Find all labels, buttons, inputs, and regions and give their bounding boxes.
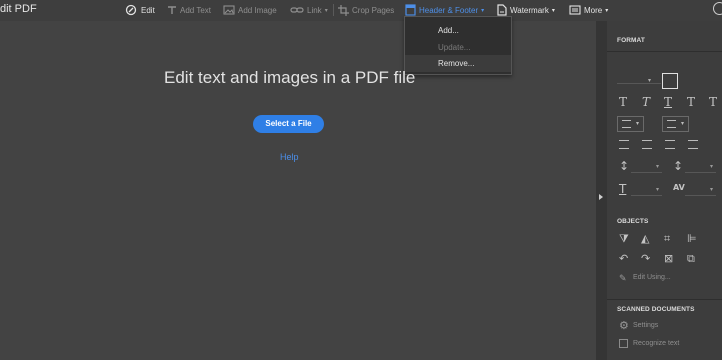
help-link[interactable]: Help (280, 152, 299, 162)
chevron-down-icon: ▾ (656, 187, 660, 193)
toolbar-divider (333, 4, 334, 16)
align-objects-icon[interactable]: ⊫ (687, 232, 697, 245)
more-icon (569, 5, 581, 15)
link-icon (290, 7, 304, 13)
align-right-icon[interactable] (665, 140, 675, 149)
numbered-list-button[interactable]: ▾ (662, 116, 689, 132)
select-file-button[interactable]: Select a File (253, 115, 324, 133)
chevron-down-icon: ▾ (605, 7, 609, 14)
chevron-down-icon: ▾ (648, 78, 652, 84)
arrange-icon[interactable]: ⧉ (687, 252, 695, 266)
more-button[interactable]: More ▾ (569, 2, 608, 18)
divider (607, 299, 722, 300)
crop-pages-label: Crop Pages (352, 5, 395, 15)
recognize-text-checkbox[interactable] (619, 339, 628, 348)
add-text-label: Add Text (180, 5, 211, 15)
chevron-down-icon: ▾ (710, 187, 714, 193)
add-text-icon (168, 6, 176, 14)
chevron-down-icon: ▾ (681, 121, 685, 127)
text-style-superscript-icon[interactable]: T (687, 95, 695, 109)
edit-using-dropdown[interactable]: Edit Using... (633, 274, 671, 281)
text-scale-field[interactable] (631, 195, 662, 196)
chevron-down-icon: ▾ (636, 121, 640, 127)
line-spacing-field[interactable] (631, 172, 662, 173)
menu-item-remove[interactable]: Remove... (405, 55, 511, 72)
edit-tool-button[interactable]: Edit (124, 2, 155, 18)
numbered-list-icon (667, 120, 676, 128)
header-footer-label: Header & Footer (419, 5, 479, 15)
paragraph-spacing-icon[interactable]: ↕ (673, 159, 683, 173)
text-scale-icon[interactable]: T (619, 182, 626, 196)
top-toolbar: dit PDF Edit Add Text Add Image Link ▾ C… (0, 0, 722, 21)
crop-object-icon[interactable]: ⌗ (664, 232, 670, 246)
more-label: More (584, 5, 603, 15)
add-image-label: Add Image (238, 5, 277, 15)
edit-label: Edit (141, 5, 155, 15)
replace-image-icon[interactable]: ⊠ (664, 252, 673, 265)
page-title: Edit text and images in a PDF file (164, 68, 416, 87)
chevron-down-icon: ▾ (324, 7, 328, 14)
paragraph-spacing-field[interactable] (685, 172, 716, 173)
format-section-title: FORMAT (617, 37, 645, 44)
bullet-list-icon (622, 120, 631, 128)
chevron-down-icon: ▾ (551, 7, 555, 14)
line-spacing-icon[interactable]: ↕ (619, 159, 629, 173)
rotate-left-icon[interactable]: ↶ (619, 252, 628, 265)
flip-horizontal-icon[interactable]: ◭ (641, 232, 649, 245)
text-style-italic-icon[interactable]: T (642, 95, 650, 109)
rotate-right-icon[interactable]: ↷ (641, 252, 650, 265)
objects-section-title: OBJECTS (617, 218, 649, 225)
text-color-swatch[interactable] (662, 73, 678, 89)
font-size-dropdown[interactable] (617, 68, 661, 84)
header-footer-menu: Add... Update... Remove... (404, 16, 512, 75)
watermark-icon (497, 4, 507, 16)
link-label: Link (307, 5, 322, 15)
add-text-button[interactable]: Add Text (167, 2, 211, 18)
panel-collapse-handle[interactable] (596, 21, 607, 360)
chevron-down-icon: ▾ (481, 7, 485, 14)
text-style-underline-icon[interactable]: T (664, 95, 672, 109)
gear-icon[interactable]: ⚙ (619, 319, 629, 332)
text-style-bold-icon[interactable]: T (619, 95, 627, 109)
chevron-down-icon: ▾ (710, 164, 714, 170)
help-circle-icon[interactable] (713, 2, 722, 15)
bullet-list-button[interactable]: ▾ (617, 116, 644, 132)
scanned-section-title: SCANNED DOCUMENTS (617, 306, 695, 313)
pencil-icon: ✎ (619, 273, 627, 283)
app-title: dit PDF (0, 3, 37, 15)
chevron-down-icon: ▾ (656, 164, 660, 170)
character-spacing-field[interactable] (685, 195, 716, 196)
flip-vertical-icon[interactable]: ⧩ (619, 232, 629, 246)
crop-icon (338, 4, 349, 16)
text-style-subscript-icon[interactable]: T (709, 95, 717, 109)
menu-item-add[interactable]: Add... (405, 22, 511, 39)
link-button[interactable]: Link ▾ (290, 2, 328, 18)
header-footer-icon (405, 4, 416, 16)
add-image-button[interactable]: Add Image (223, 2, 277, 18)
chevron-right-icon[interactable] (599, 194, 603, 200)
crop-pages-button[interactable]: Crop Pages (338, 2, 394, 18)
image-icon (223, 5, 235, 15)
align-left-icon[interactable] (619, 140, 629, 149)
settings-link[interactable]: Settings (633, 322, 658, 329)
character-spacing-icon[interactable]: AV (673, 183, 685, 192)
watermark-label: Watermark (510, 5, 549, 15)
menu-item-update: Update... (438, 43, 471, 52)
align-center-icon[interactable] (642, 140, 652, 149)
recognize-text-label: Recognize text (633, 340, 680, 347)
edit-icon (125, 4, 137, 16)
align-justify-icon[interactable] (688, 140, 698, 149)
divider (607, 51, 722, 52)
